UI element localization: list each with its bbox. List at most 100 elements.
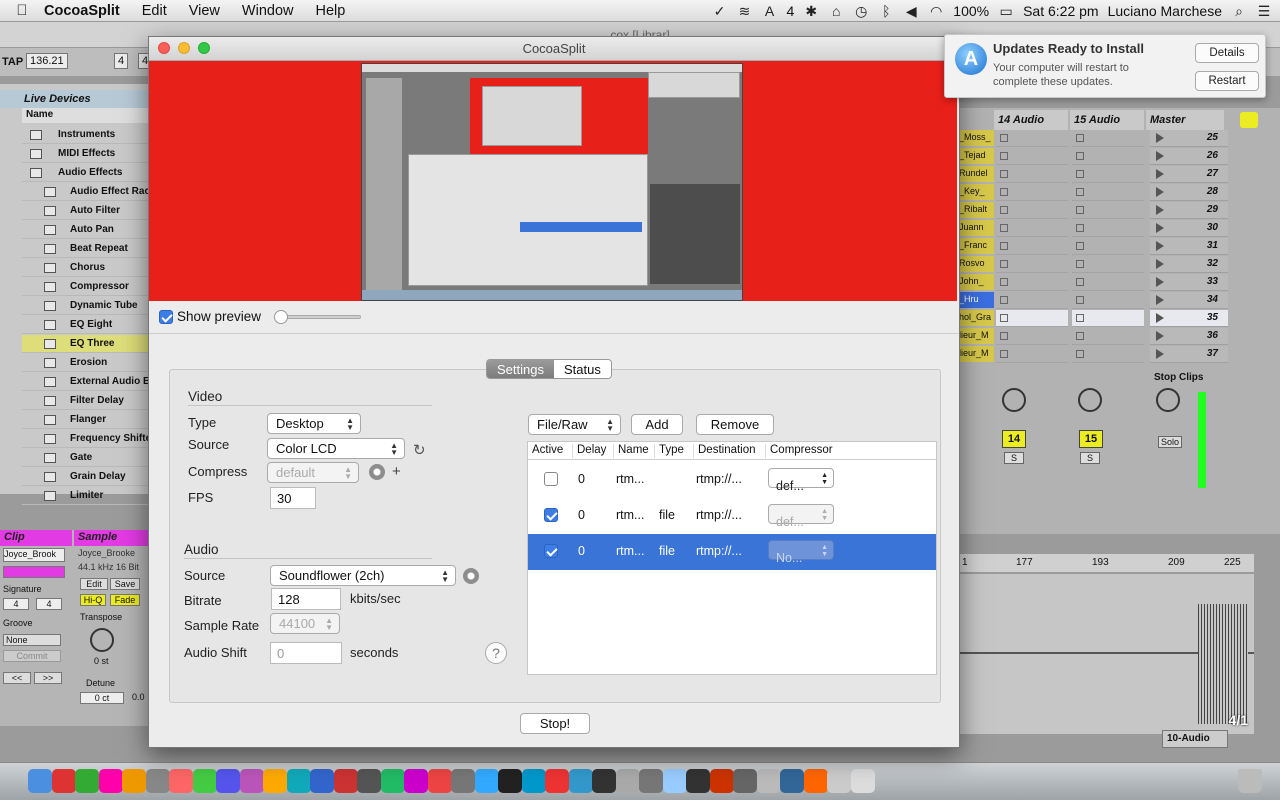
scene-launch[interactable]: 28 [1150, 184, 1228, 201]
edit-button[interactable]: Edit [80, 578, 108, 590]
audio-shift-field[interactable]: 0 [270, 642, 342, 664]
clip-slot-name[interactable]: _Franc [958, 238, 994, 254]
clip-slot-name[interactable]: lieur_M [958, 328, 994, 344]
browser-item[interactable]: Frequency Shifte [22, 430, 150, 448]
tap-button[interactable]: TAP [2, 56, 23, 68]
menu-app-name[interactable]: CocoaSplit [44, 3, 120, 19]
menu-help[interactable]: Help [315, 3, 345, 19]
scene-launch[interactable]: 25 [1150, 130, 1228, 147]
scene-launch[interactable]: 31 [1150, 238, 1228, 255]
tab-status[interactable]: Status [553, 360, 611, 378]
clip-slot-name[interactable]: _Moss_ [958, 130, 994, 146]
scene-play-icon[interactable] [1156, 223, 1164, 233]
dock-app-icon[interactable] [568, 769, 593, 793]
dock-app-icon[interactable] [122, 769, 146, 793]
dock-app-icon[interactable] [545, 769, 569, 793]
tempo-field[interactable]: 136.21 [26, 53, 68, 69]
dock-app-icon[interactable] [310, 769, 334, 793]
hat-icon[interactable]: ⌂ [828, 3, 844, 19]
output-select[interactable]: 10-Audio [1162, 730, 1228, 748]
nudge-right-button[interactable]: >> [34, 672, 62, 684]
browser-category[interactable]: MIDI Effects [22, 145, 150, 163]
clip-slot[interactable] [1072, 130, 1144, 147]
clip-slot-name[interactable]: Rundel [958, 166, 994, 182]
clip-slot[interactable] [996, 238, 1068, 255]
dock-app-icon[interactable] [498, 769, 522, 793]
scene-play-icon[interactable] [1156, 331, 1164, 341]
scene-play-icon[interactable] [1156, 151, 1164, 161]
tab-settings[interactable]: Settings [487, 360, 554, 378]
scene-launch[interactable]: 35 [1150, 310, 1228, 327]
session-toggle-icon[interactable] [1240, 112, 1258, 128]
menu-window[interactable]: Window [242, 3, 294, 19]
clip-slot[interactable] [1072, 274, 1144, 291]
window-titlebar[interactable]: CocoaSplit [149, 37, 959, 61]
commit-button[interactable]: Commit [3, 650, 61, 662]
scene-launch[interactable]: 32 [1150, 256, 1228, 273]
signature-a[interactable]: 4 [114, 53, 129, 69]
add-output-button[interactable]: Add [631, 414, 683, 435]
notification-center-icon[interactable]: ☰ [1256, 3, 1272, 20]
dock-app-icon[interactable] [451, 769, 475, 793]
browser-item[interactable]: Gate [22, 449, 150, 467]
dock-app-icon[interactable] [521, 769, 546, 793]
output-format-select[interactable]: File/Raw ▲ ▼ [528, 414, 621, 435]
dock-app-icon[interactable] [263, 769, 287, 793]
scene-launch[interactable]: 27 [1150, 166, 1228, 183]
dock-app-icon[interactable] [780, 769, 804, 793]
scene-launch[interactable]: 37 [1150, 346, 1228, 363]
dock-app-icon[interactable] [380, 769, 405, 793]
wifi-icon[interactable]: ◠ [928, 3, 944, 20]
dock-app-icon[interactable] [803, 769, 828, 793]
dock-app-icon[interactable] [615, 769, 640, 793]
clip-slot[interactable] [996, 346, 1068, 363]
restart-button[interactable]: Restart [1195, 71, 1259, 91]
compress-select[interactable]: default ▲ ▼ [267, 462, 359, 483]
browser-item[interactable]: Beat Repeat [22, 240, 150, 258]
track-15-activator[interactable]: 15 [1079, 430, 1103, 448]
track-14-activator[interactable]: 14 [1002, 430, 1026, 448]
dock-app-icon[interactable] [51, 769, 76, 793]
trash-icon[interactable] [1238, 769, 1262, 793]
table-row[interactable]: 0 rtm... file rtmp://... def... ▲ ▼ [528, 498, 936, 534]
browser-item[interactable]: Erosion [22, 354, 150, 372]
clip-slot[interactable] [1072, 166, 1144, 183]
dock-app-icon[interactable] [709, 769, 734, 793]
clip-slot-name[interactable]: Rosvo [958, 256, 994, 272]
video-source-select[interactable]: Color LCD ▲ ▼ [267, 438, 405, 459]
clip-slot-name[interactable]: hol_Gra [958, 310, 994, 326]
track-header-master[interactable]: Master [1146, 110, 1224, 130]
clip-sig-a[interactable]: 4 [3, 598, 29, 610]
track-14-solo[interactable]: S [1004, 452, 1024, 464]
time-machine-icon[interactable]: ◷ [853, 3, 869, 20]
groove-select[interactable]: None [3, 634, 61, 646]
stop-clips-button[interactable]: Stop Clips [1154, 372, 1203, 383]
clip-sig-b[interactable]: 4 [36, 598, 62, 610]
browser-item[interactable]: EQ Eight [22, 316, 150, 334]
clip-slot[interactable] [1072, 238, 1144, 255]
battery-icon[interactable]: ▭ [998, 3, 1014, 20]
dock-app-icon[interactable] [850, 769, 875, 793]
browser-item[interactable]: Auto Pan [22, 221, 150, 239]
scene-play-icon[interactable] [1156, 187, 1164, 197]
master-pan-knob[interactable] [1156, 388, 1180, 412]
scene-play-icon[interactable] [1156, 133, 1164, 143]
clip-slot[interactable] [996, 292, 1068, 309]
col-active[interactable]: Active [528, 444, 563, 458]
layers-icon[interactable]: ≋ [736, 3, 752, 20]
browser-item[interactable]: Flanger [22, 411, 150, 429]
row-active-checkbox[interactable] [544, 472, 558, 486]
scene-play-icon[interactable] [1156, 295, 1164, 305]
clip-slot[interactable] [996, 184, 1068, 201]
clip-slot[interactable] [996, 274, 1068, 291]
close-icon[interactable] [158, 42, 170, 54]
menu-view[interactable]: View [189, 3, 220, 19]
clip-slot-name[interactable]: _Hru [958, 292, 994, 308]
dock-app-icon[interactable] [733, 769, 757, 793]
clip-slot[interactable] [996, 328, 1068, 345]
clip-slot[interactable] [1072, 310, 1144, 327]
asterisk-icon[interactable]: ✱ [803, 3, 819, 20]
dock-app-icon[interactable] [145, 769, 170, 793]
col-destination[interactable]: Destination [693, 444, 756, 458]
col-name[interactable]: Name [613, 444, 649, 458]
